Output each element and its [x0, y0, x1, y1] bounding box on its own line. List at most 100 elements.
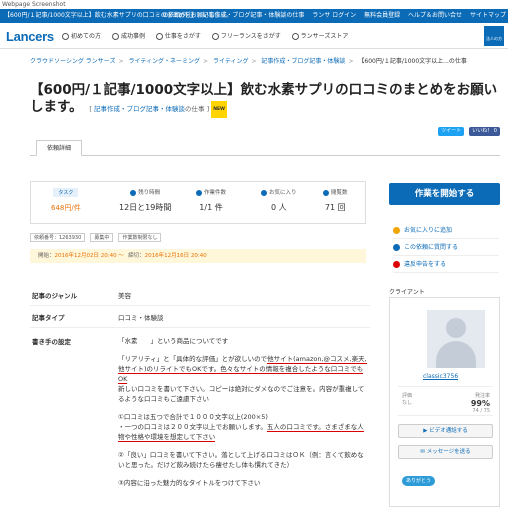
- stat-remaining: 残り時間 12日と19時間: [119, 188, 171, 213]
- date-arrow: 〜: [118, 253, 124, 259]
- nav-find-work-label: 仕事をさがす: [164, 33, 201, 40]
- genre-value: 美容: [118, 292, 131, 300]
- document-icon: [196, 189, 202, 196]
- stat-favorites-value: 0 人: [270, 203, 287, 212]
- body-p6: ③内容に沿った魅力的なタイトルをつけて下さい: [118, 479, 261, 487]
- top-link-sitemap[interactable]: サイトマップ: [470, 12, 506, 19]
- client-avatar[interactable]: [427, 310, 485, 368]
- top-promo-bar: 【600円/１記事/1000文字以上】飲む水素サプリの口コミのまとめをお願いしま…: [0, 9, 508, 23]
- send-message-label: メッセージを送る: [426, 449, 471, 455]
- corporate-badge-label: 法人の方: [486, 36, 502, 41]
- top-links: の依頼/外注 記事作成・ブログ記事・体験談の仕事 ランサ ログイン 無料会員登録…: [156, 9, 506, 23]
- body-p5: ②「良い」口コミを書いて下さい。落として上げる口コミはＯＫ（例：言くて飲めないと…: [118, 451, 364, 469]
- store-icon: [291, 33, 299, 40]
- genre-label: 記事のジャンル: [32, 292, 78, 300]
- breadcrumb-separator: >: [202, 58, 209, 65]
- help-icon: [62, 33, 69, 40]
- corporate-badge[interactable]: 法人の方: [484, 26, 504, 46]
- breadcrumb-current: 【600円/１記事/1000文字以上...の仕事: [358, 58, 467, 65]
- avatar-head-shape: [446, 318, 466, 338]
- check-icon: [111, 33, 119, 40]
- main-navbar: Lancers 初めての方 成功事例 仕事をさがす フリーランスをさがす ランサ…: [0, 23, 508, 49]
- nav-beginners[interactable]: 初めての方: [62, 31, 101, 40]
- eye-icon: [323, 189, 329, 196]
- send-message-button[interactable]: ✉ メッセージを送る: [398, 445, 493, 459]
- body-p4: ・一つの口コミは２００文字以上でお願いします。五人の口コミです。さまざまな人物や…: [118, 422, 368, 442]
- tweet-button[interactable]: ツイート: [438, 127, 465, 136]
- top-link-help[interactable]: ヘルプ＆お問い合せ: [408, 12, 462, 19]
- stat-views: 閲覧数 71 回: [323, 188, 348, 213]
- nav-beginners-label: 初めての方: [71, 33, 102, 40]
- category-line: [ 記事作成・ブログ記事・体験談の仕事 ] NEW: [87, 100, 228, 118]
- nav-success-label: 成功事例: [120, 33, 145, 40]
- method-body: 「水素 」という商品についてです 「リアリティ」と「具体的な評価」とが欲しいので…: [118, 336, 368, 488]
- breadcrumb-item[interactable]: ライティング・ネーミング: [128, 58, 200, 65]
- body-p3: 新しい口コミを書いて下さい。コピーは絶対にダメなのでご注意を。内容が重複してるよ…: [118, 385, 365, 403]
- heart-icon: [261, 189, 267, 196]
- clock-icon: [130, 189, 137, 196]
- detail-row-method: 書き手の設定 「水素 」という商品についてです 「リアリティ」と「具体的な評価」…: [30, 332, 370, 507]
- category-link[interactable]: 記事作成・ブログ記事・体験談: [94, 105, 185, 113]
- detail-row-genre: 記事のジャンル 美容: [30, 286, 370, 306]
- nav-store-label: ランサーズストア: [300, 33, 349, 40]
- date-bar: 開始：2016年12月02日 20:40 〜 締切：2016年12月16日 20…: [30, 249, 366, 263]
- body-p4b: ・一つの口コミは２００文字以上でお願いします。: [118, 423, 267, 431]
- top-link-category[interactable]: 記事作成・ブログ記事・体験談の仕事: [202, 12, 304, 19]
- page-title: 【600円/１記事/1000文字以上】飲む水素サプリの口コミのまとめをお願いしま…: [30, 82, 500, 118]
- ask-question-link[interactable]: この依頼に質問する: [393, 239, 499, 256]
- detail-row-type: 記事タイプ 口コミ・体験談: [30, 308, 370, 328]
- stat-remaining-value: 12日と19時間: [119, 203, 172, 212]
- nav-find-work[interactable]: 仕事をさがす: [155, 31, 201, 40]
- breadcrumb-separator: >: [348, 58, 354, 65]
- lancers-logo[interactable]: Lancers: [6, 29, 54, 44]
- client-rating-label: 評価: [402, 393, 413, 399]
- ask-question-label: この依頼に質問する: [404, 244, 459, 251]
- add-favorite-label: お気に入りに追加: [404, 227, 453, 234]
- nav-find-freelancers[interactable]: フリーランスをさがす: [211, 31, 281, 40]
- nav-success[interactable]: 成功事例: [111, 31, 145, 40]
- top-link-register[interactable]: 無料会員登録: [364, 12, 400, 19]
- video-call-button[interactable]: ▶ ビデオ通話する: [398, 424, 493, 438]
- body-p1: 「水素 」という商品についてです: [118, 337, 229, 345]
- start-date-value: 2016年12月02日 20:40: [54, 253, 117, 259]
- client-metrics: 評価 なし 発注率 99% 74 / 75: [398, 386, 493, 416]
- top-link-login[interactable]: ランサ ログイン: [312, 12, 356, 19]
- breadcrumb-item[interactable]: クラウドソーシング ランサーズ: [30, 58, 116, 65]
- type-label: 記事タイプ: [32, 314, 65, 322]
- client-rating: 評価 なし: [402, 392, 412, 406]
- job-number-tag: 依頼番号：1263930: [30, 233, 86, 242]
- add-favorite-link[interactable]: お気に入りに追加: [393, 222, 499, 239]
- breadcrumb-item[interactable]: ライティング: [213, 58, 249, 65]
- stat-progress-value: 1/1 件: [199, 203, 223, 212]
- nav-store[interactable]: ランサーズストア: [291, 31, 349, 40]
- method-label: 書き手の設定: [32, 338, 71, 346]
- like-button[interactable]: いいね！ 0: [469, 127, 500, 136]
- side-actions: お気に入りに追加 この依頼に質問する 違反申告をする: [393, 222, 499, 273]
- start-work-button[interactable]: 作業を開始する: [389, 183, 500, 205]
- thanks-badge[interactable]: ありがとう: [402, 476, 436, 486]
- video-call-label: ビデオ通話する: [429, 428, 468, 434]
- job-tags: 依頼番号：1263930 募集中 作業数制限なし: [30, 233, 164, 242]
- stat-favorites-label: お気に入り: [269, 190, 297, 196]
- body-p2: 「リアリティ」と「具体的な評価」とが欲しいので他サイト(amazon,@コスメ,…: [118, 354, 368, 384]
- avatar-body-shape: [436, 341, 476, 368]
- stat-task: タスク 648円/件: [51, 188, 81, 213]
- stat-favorites: お気に入り 0 人: [261, 188, 297, 213]
- breadcrumb-item[interactable]: 記事作成・ブログ記事・体験談: [261, 58, 345, 65]
- body-p4a: ①口コミは五つで合計で１０００文字以上(200×5): [118, 413, 268, 421]
- tab-details[interactable]: 依頼詳細: [36, 140, 83, 156]
- client-card: classic3756 評価 なし 発注率 99% 74 / 75 ▶ ビデオ通…: [389, 297, 500, 507]
- breadcrumb: クラウドソーシング ランサーズ > ライティング・ネーミング > ライティング > 記…: [30, 56, 467, 65]
- client-name[interactable]: classic3756: [423, 373, 458, 380]
- heart-icon: [393, 227, 400, 234]
- top-link-jobs[interactable]: の依頼/外注: [162, 12, 194, 19]
- question-icon: [393, 244, 400, 251]
- new-badge: NEW: [211, 100, 228, 118]
- stat-task-label: タスク: [53, 188, 79, 197]
- recruiting-tag: 募集中: [90, 233, 114, 242]
- stat-progress-label: 作業件数: [204, 190, 227, 196]
- type-value: 口コミ・体験談: [118, 314, 164, 322]
- share-buttons: ツイート いいね！ 0: [435, 126, 500, 136]
- report-link[interactable]: 違反申告をする: [393, 256, 499, 273]
- client-order-rate: 発注率 99% 74 / 75: [456, 392, 490, 414]
